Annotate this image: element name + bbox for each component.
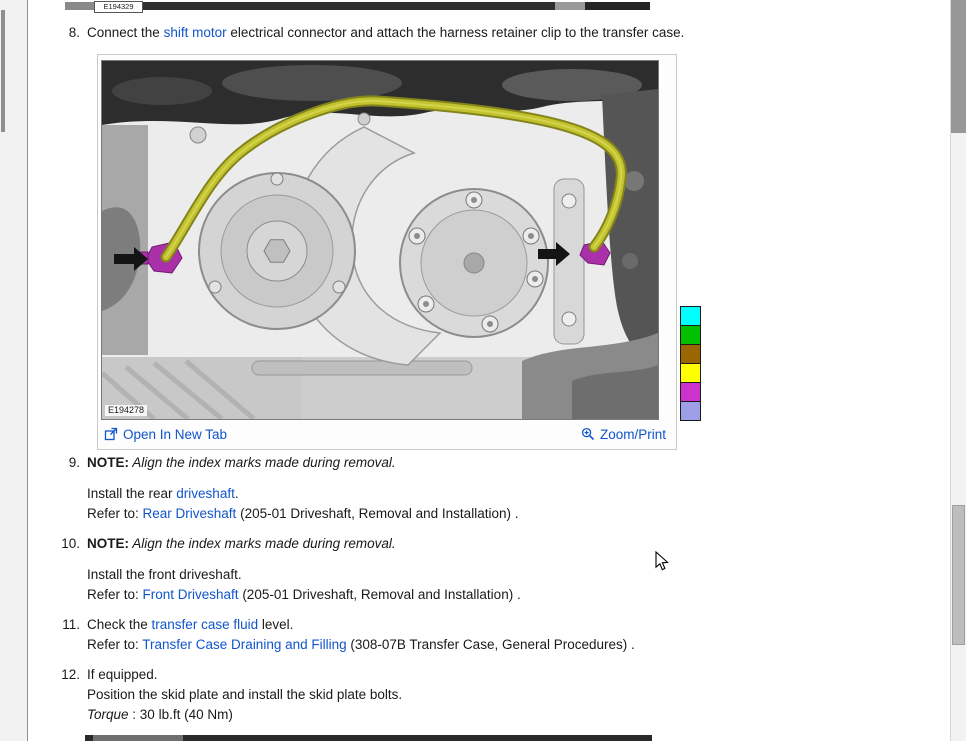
body-text: Install the rear	[87, 486, 176, 501]
vertical-scrollbar[interactable]	[950, 0, 966, 741]
legend-swatch	[680, 344, 701, 364]
refer-detail: (308-07B Transfer Case, General Procedur…	[347, 637, 635, 652]
figure-toolbar: Open In New Tab Zoom/Print	[104, 423, 666, 445]
engine-illustration-svg	[102, 61, 658, 419]
next-figure-partial	[85, 735, 652, 741]
legend-swatch	[680, 306, 701, 326]
legend-swatch	[680, 401, 701, 421]
step-number: 10.	[54, 535, 80, 552]
zoom-print-button[interactable]: Zoom/Print	[581, 427, 666, 442]
step-text: electrical connector and attach the harn…	[227, 25, 685, 40]
legend-swatch	[680, 325, 701, 345]
body-text: level.	[258, 617, 293, 632]
body-text: .	[235, 486, 239, 501]
body-text: Install the front driveshaft.	[87, 567, 242, 582]
step-number: 9.	[54, 454, 80, 471]
step-number: 11.	[54, 616, 80, 633]
step-9: 9. NOTE: Align the index marks made durin…	[54, 454, 939, 471]
body-text: Check the	[87, 617, 152, 632]
step-8: 8. Connect the shift motor electrical con…	[54, 24, 939, 41]
body-text: If equipped.	[87, 667, 158, 682]
transfer-case-illustration: E194278	[101, 60, 659, 420]
scrollbar-thumb[interactable]	[952, 505, 965, 645]
front-driveshaft-link[interactable]: Front Driveshaft	[143, 587, 239, 602]
open-in-new-tab-button[interactable]: Open In New Tab	[104, 427, 227, 442]
transfer-case-draining-link[interactable]: Transfer Case Draining and Filling	[142, 637, 346, 652]
step-12-torque: Torque : 30 lb.ft (40 Nm)	[87, 706, 937, 723]
figure-strip-segment	[65, 2, 95, 10]
step-12-line2: Position the skid plate and install the …	[87, 686, 937, 703]
note-text: Align the index marks made during remova…	[129, 455, 396, 470]
figure-strip-segment	[93, 735, 183, 741]
body-text: Position the skid plate and install the …	[87, 687, 402, 702]
note-text: Align the index marks made during remova…	[129, 536, 396, 551]
step-11-refer: Refer to: Transfer Case Draining and Fil…	[87, 636, 937, 653]
figure-strip-segment	[555, 2, 585, 10]
figure-container: E194278 Open In New Tab Zoom/Print	[97, 54, 677, 450]
zoom-print-label: Zoom/Print	[600, 427, 666, 442]
refer-detail: (205-01 Driveshaft, Removal and Installa…	[236, 506, 518, 521]
step-12: 12. If equipped.	[54, 666, 939, 683]
step-10-install: Install the front driveshaft.	[87, 566, 937, 583]
note-label: NOTE:	[87, 455, 129, 470]
step-10: 10. NOTE: Align the index marks made duri…	[54, 535, 939, 552]
shift-motor-link[interactable]: shift motor	[164, 25, 227, 40]
step-number: 12.	[54, 666, 80, 683]
torque-value: : 30 lb.ft (40 Nm)	[129, 707, 233, 722]
step-10-refer: Refer to: Front Driveshaft (205-01 Drive…	[87, 586, 937, 603]
legend-swatch	[680, 363, 701, 383]
refer-label: Refer to:	[87, 587, 143, 602]
left-page-gutter	[0, 0, 28, 741]
legend-swatch-stack	[680, 306, 701, 421]
torque-label: Torque	[87, 707, 129, 722]
open-in-new-tab-label: Open In New Tab	[123, 427, 227, 442]
previous-figure-partial: E194329	[65, 0, 650, 14]
step-text: Connect the	[87, 25, 164, 40]
step-9-install: Install the rear driveshaft.	[87, 485, 937, 502]
figure-strip-segment	[143, 2, 555, 10]
driveshaft-link[interactable]: driveshaft	[176, 486, 235, 501]
figure-id-label: E194329	[94, 1, 143, 13]
rear-driveshaft-link[interactable]: Rear Driveshaft	[143, 506, 237, 521]
step-9-refer: Refer to: Rear Driveshaft (205-01 Drives…	[87, 505, 937, 522]
refer-label: Refer to:	[87, 637, 142, 652]
transfer-case-fluid-link[interactable]: transfer case fluid	[152, 617, 259, 632]
legend-swatch	[680, 382, 701, 402]
left-scrollbar-thumb[interactable]	[1, 10, 5, 132]
refer-detail: (205-01 Driveshaft, Removal and Installa…	[239, 587, 521, 602]
step-number: 8.	[54, 24, 80, 41]
open-in-new-tab-icon	[104, 427, 118, 441]
zoom-icon	[581, 427, 595, 441]
refer-label: Refer to:	[87, 506, 143, 521]
step-11: 11. Check the transfer case fluid level.	[54, 616, 939, 633]
figure-id-label: E194278	[105, 405, 147, 416]
note-label: NOTE:	[87, 536, 129, 551]
figure-strip-segment	[585, 2, 650, 10]
scrollbar-top-block	[951, 0, 966, 133]
